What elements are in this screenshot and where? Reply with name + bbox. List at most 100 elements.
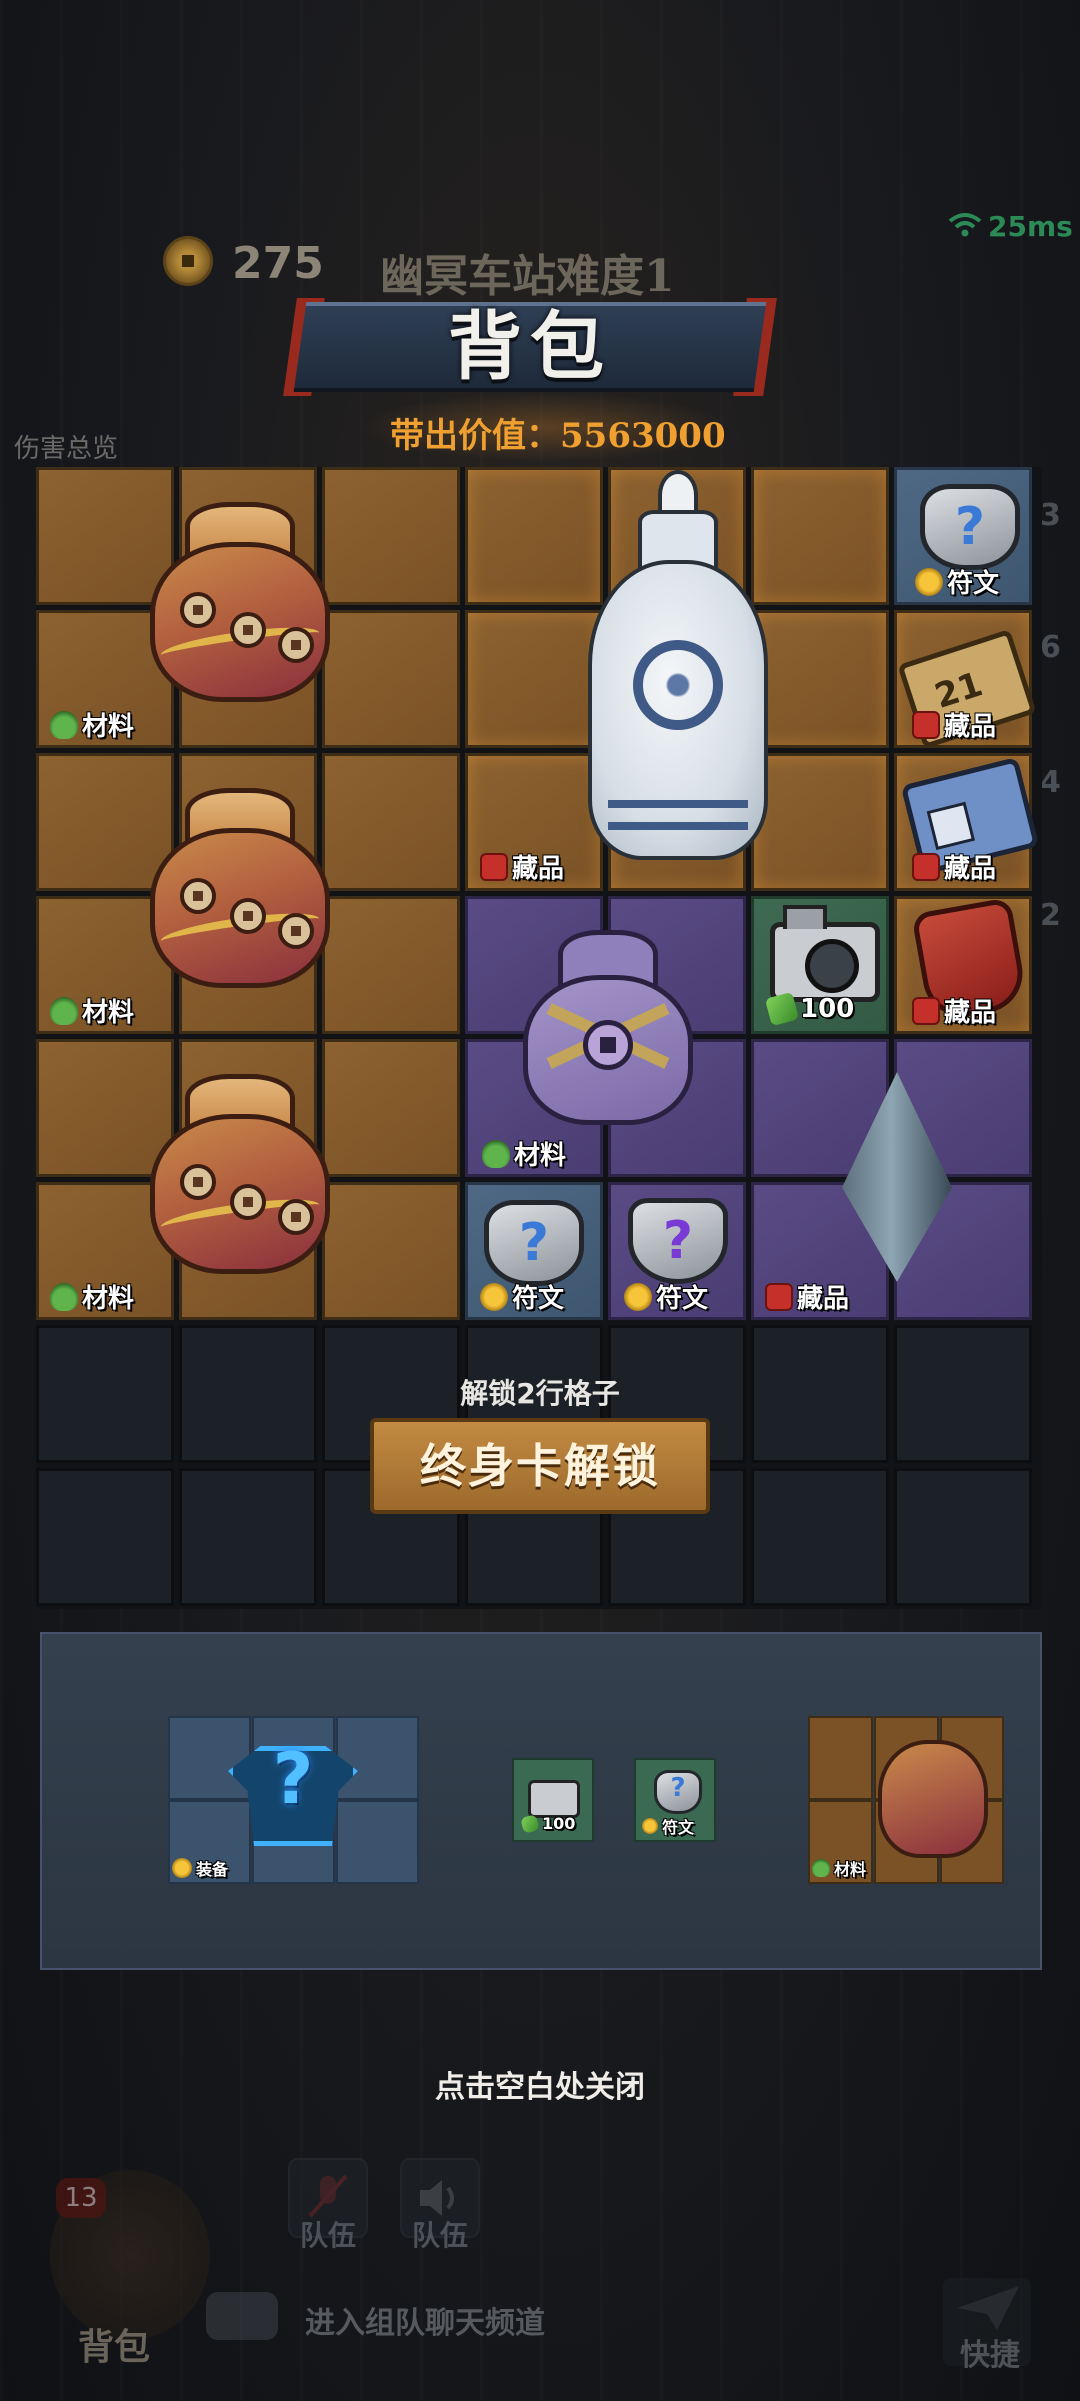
question-mark-icon: ? — [518, 1213, 550, 1273]
side-number: 2 — [1040, 898, 1061, 933]
collectible-tag: 藏品 — [912, 992, 996, 1029]
material-bag-item[interactable] — [150, 1074, 330, 1274]
tag-label: 藏品 — [512, 854, 565, 884]
coin-count: 275 — [232, 238, 324, 289]
side-number: 4 — [1040, 765, 1061, 800]
rune-icon — [624, 1282, 652, 1311]
bag-coin — [278, 627, 314, 663]
material-icon — [50, 996, 78, 1025]
tag-label: 100 — [542, 1814, 576, 1833]
locked-cell — [894, 1468, 1032, 1606]
equipment-icon — [172, 1858, 192, 1878]
side-number: 3 — [1040, 498, 1061, 533]
bag-coin — [180, 878, 216, 914]
tag-label: 材料 — [82, 1284, 135, 1314]
damage-overview-tab[interactable]: 伤害总览 — [14, 428, 118, 465]
camera-icon — [528, 1780, 580, 1818]
wifi-icon — [948, 213, 982, 237]
bag-coin — [278, 913, 314, 949]
team-chat-input[interactable]: 进入组队聊天频道 — [305, 2298, 545, 2342]
inventory-title: 背包 — [448, 304, 612, 390]
mini-camera-item[interactable]: 100 — [512, 1758, 594, 1842]
tag-label: 藏品 — [944, 712, 997, 742]
mini-material-bag-item[interactable]: 材料 — [808, 1716, 1004, 1884]
grid-cell[interactable] — [322, 467, 460, 605]
backpack-count-badge: 13 — [56, 2178, 106, 2218]
tag-label: 材料 — [82, 712, 135, 742]
material-icon — [50, 710, 78, 739]
vase-band — [608, 800, 748, 830]
side-number: 6 — [1040, 630, 1061, 665]
material-tag: 材料 — [482, 1135, 566, 1172]
collectible-tag: 藏品 — [765, 1278, 849, 1315]
rune-tag: 符文 — [642, 1814, 694, 1838]
cash-tag: 100 — [520, 1813, 576, 1834]
ping-value: 25ms — [988, 210, 1073, 243]
rune-icon — [642, 1818, 658, 1834]
tag-label: 藏品 — [944, 998, 997, 1028]
inventory-title-banner: 背包 — [283, 292, 777, 402]
crystal-body — [842, 1072, 952, 1282]
grid-cell[interactable] — [322, 1039, 460, 1177]
material-tag: 材料 — [50, 1278, 134, 1315]
material-bag-item[interactable] — [150, 788, 330, 988]
tag-label: 材料 — [834, 1860, 867, 1879]
rune-tag: 符文 — [480, 1278, 564, 1315]
slot-cell — [808, 1716, 873, 1800]
material-icon — [482, 1139, 510, 1168]
question-mark-icon: ? — [954, 497, 986, 557]
material-tag: 材料 — [812, 1856, 866, 1880]
question-mark-icon: ? — [654, 1770, 702, 1814]
tap-to-close-hint[interactable]: 点击空白处关闭 — [0, 2062, 1080, 2106]
tag-label: 符文 — [947, 569, 1000, 599]
purple-material-bag-item[interactable] — [518, 930, 698, 1135]
equipment-tag: 装备 — [172, 1856, 228, 1880]
bag-coin — [230, 612, 266, 648]
vase-lotus-pattern — [633, 640, 723, 730]
rune-icon — [480, 1282, 508, 1311]
bag-coin — [230, 1184, 266, 1220]
rune-tag: 符文 — [624, 1278, 708, 1315]
locked-cell — [36, 1468, 174, 1606]
collectible-tag: 藏品 — [912, 706, 996, 743]
grid-cell[interactable] — [322, 1182, 460, 1320]
team-mic-label: 队伍 — [300, 2219, 357, 2252]
tag-label: 藏品 — [944, 854, 997, 884]
tag-label: 装备 — [196, 1860, 229, 1879]
collectible-icon — [912, 710, 940, 739]
grid-cell[interactable] — [322, 753, 460, 891]
grid-cell[interactable] — [322, 610, 460, 748]
material-icon — [50, 1282, 78, 1311]
cash-icon — [520, 1813, 540, 1834]
rune-stone-item[interactable]: ? — [920, 484, 1020, 570]
paper-plane-icon — [957, 2286, 1019, 2330]
tag-label: 材料 — [514, 1141, 567, 1171]
rune-icon — [915, 567, 943, 596]
bag-coin — [180, 1164, 216, 1200]
locked-cell — [179, 1468, 317, 1606]
grid-cell[interactable] — [322, 896, 460, 1034]
tag-label: 符文 — [512, 1284, 565, 1314]
collectible-icon — [765, 1282, 793, 1311]
material-bag-item[interactable] — [150, 502, 330, 702]
equipment-slot[interactable]: ? 装备 — [168, 1716, 419, 1884]
rune-tag: 符文 — [915, 563, 999, 600]
porcelain-vase-item[interactable] — [578, 470, 778, 880]
camera-item[interactable] — [770, 905, 880, 1002]
material-tag: 材料 — [50, 706, 134, 743]
collectible-tag: 藏品 — [912, 848, 996, 885]
lifetime-card-unlock-button[interactable]: 终身卡解锁 — [370, 1418, 710, 1514]
bag-coin — [180, 592, 216, 628]
bag-coin — [278, 1199, 314, 1235]
tag-label: 材料 — [82, 998, 135, 1028]
material-tag: 材料 — [50, 992, 134, 1029]
quick-label: 快捷 — [960, 2338, 1020, 2373]
collectible-icon — [912, 852, 940, 881]
crystal-item[interactable] — [812, 1072, 982, 1292]
rune-stone-item[interactable]: ? — [484, 1200, 584, 1286]
rune-stone-item[interactable]: ? — [628, 1198, 728, 1284]
coin-icon — [163, 236, 213, 286]
backpack-label: 背包 — [78, 2327, 151, 2368]
bag-coin — [230, 898, 266, 934]
mini-rune-item[interactable]: ? 符文 — [634, 1758, 716, 1842]
